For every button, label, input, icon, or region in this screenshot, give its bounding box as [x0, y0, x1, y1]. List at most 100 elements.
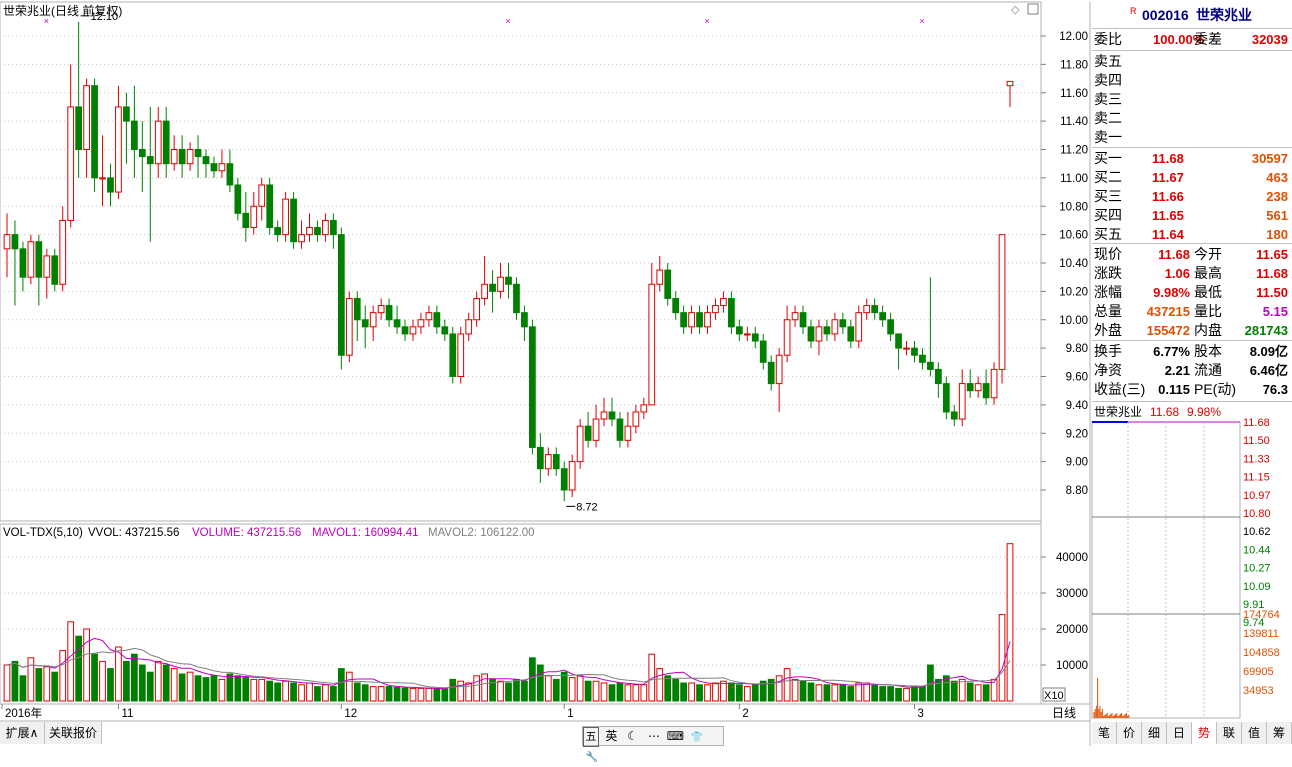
- minichart-price: 11.68: [1150, 405, 1179, 419]
- volume-bar: [592, 680, 600, 702]
- event-marker-icon[interactable]: ×: [919, 16, 924, 26]
- right-tab-3[interactable]: 日: [1167, 722, 1192, 744]
- candle-body: [552, 454, 560, 470]
- ime-wubi-icon[interactable]: 五: [583, 727, 599, 747]
- tab-related-quotes[interactable]: 关联报价: [45, 722, 102, 744]
- candle-body: [640, 404, 648, 413]
- sell-label: 卖二: [1094, 110, 1122, 126]
- right-tab-0[interactable]: 笔: [1092, 722, 1117, 744]
- sell-level-3[interactable]: 卖三: [1092, 90, 1292, 109]
- sell-level-4[interactable]: 卖四: [1092, 71, 1292, 90]
- volume-bar: [616, 682, 624, 702]
- volume-bar: [19, 675, 27, 702]
- diamond-icon[interactable]: ◇: [1011, 4, 1020, 16]
- buy-level-3[interactable]: 买三 11.66 238: [1092, 187, 1292, 206]
- vol-label: VOL-TDX(5,10): [3, 527, 83, 539]
- volume-bar: [234, 675, 242, 702]
- volume-bar: [919, 686, 926, 702]
- right-tab-1[interactable]: 价: [1117, 722, 1142, 744]
- volume-bar: [226, 673, 234, 702]
- event-marker-icon[interactable]: ×: [705, 16, 710, 26]
- event-marker-icon[interactable]: ×: [506, 16, 511, 26]
- candle-body: [871, 305, 879, 314]
- price-tick-label: 9.60: [1066, 372, 1088, 384]
- vvol-value: VVOL: 437215.56: [88, 527, 179, 539]
- candle-body: [592, 418, 600, 441]
- candle-body: [401, 326, 409, 335]
- weicha-label: 委差: [1194, 31, 1222, 47]
- candle-body: [481, 283, 488, 299]
- volume-bar: [242, 677, 250, 702]
- volume-bar: [138, 664, 146, 702]
- ime-tool-icon[interactable]: 🔧: [583, 749, 601, 767]
- candle-body: [998, 234, 1006, 370]
- candle-body: [43, 255, 51, 278]
- sell-label: 卖五: [1094, 53, 1122, 69]
- candle-body: [35, 241, 43, 278]
- right-tab-6[interactable]: 值: [1242, 722, 1267, 744]
- candle-body: [489, 283, 496, 292]
- ime-skin-icon[interactable]: 👕: [688, 729, 706, 747]
- period-label[interactable]: 日线: [1052, 706, 1076, 720]
- volume-bar: [417, 687, 425, 702]
- volume-bar: [306, 682, 313, 702]
- right-tab-5[interactable]: 联: [1217, 722, 1242, 744]
- volume-bar: [11, 660, 19, 702]
- buy-volume: 180: [1266, 227, 1288, 242]
- volume-bar: [823, 684, 831, 702]
- sell-level-5[interactable]: 卖五: [1092, 52, 1292, 71]
- ime-punct-icon[interactable]: ⋯: [645, 727, 663, 745]
- volume-bar: [250, 678, 258, 702]
- volume-bar: [887, 686, 894, 702]
- r-mark: R: [1130, 6, 1137, 16]
- sell-level-1[interactable]: 卖一: [1092, 128, 1292, 147]
- volume-bar: [385, 686, 393, 702]
- volume-bar: [799, 680, 807, 702]
- candle-body: [568, 461, 576, 491]
- volume-bar: [146, 671, 154, 702]
- volume-bar: [377, 686, 385, 702]
- ime-toolbar[interactable]: 五 英 ☾ ⋯ ⌨ 👕 🔧: [582, 726, 724, 763]
- tab-expand[interactable]: 扩展∧: [0, 722, 45, 744]
- buy-level-1[interactable]: 买一 11.68 30597: [1092, 149, 1292, 168]
- quote-value: 6.77%: [1153, 344, 1190, 359]
- intraday-minichart[interactable]: [1091, 421, 1241, 719]
- sell-level-2[interactable]: 卖二: [1092, 109, 1292, 128]
- right-tab-7[interactable]: 筹: [1267, 722, 1292, 744]
- weibi-row: 委比 100.00% 委差 32039: [1092, 30, 1292, 49]
- buy-level-2[interactable]: 买二 11.67 463: [1092, 168, 1292, 187]
- candle-body: [879, 312, 887, 321]
- candle-body: [91, 85, 98, 179]
- buy-label: 买三: [1094, 188, 1122, 204]
- volume-header: VOL-TDX(5,10) VVOL: 437215.56 VOLUME: 43…: [3, 527, 535, 539]
- low-annotation: 8.72: [576, 501, 597, 513]
- ime-moon-icon[interactable]: ☾: [624, 727, 642, 745]
- time-tick-label: 3: [917, 708, 923, 720]
- volume-bar: [664, 675, 672, 702]
- minichart-volume-tick: 174764: [1243, 609, 1280, 621]
- quote-row: 现价 11.68 今开 11.65: [1092, 245, 1292, 264]
- buy-level-5[interactable]: 买五 11.64 180: [1092, 225, 1292, 244]
- volume-bar: [298, 684, 305, 702]
- ime-english-icon[interactable]: 英: [602, 727, 620, 745]
- right-tab-4[interactable]: 势: [1192, 722, 1217, 744]
- candle-body: [449, 333, 457, 377]
- volume-bar: [911, 686, 918, 702]
- price-tick-label: 11.40: [1060, 116, 1088, 128]
- volume-bar: [345, 671, 353, 702]
- ime-keyboard-icon[interactable]: ⌨: [666, 727, 684, 745]
- price-tick-label: 10.40: [1059, 258, 1088, 270]
- buy-volume: 561: [1266, 208, 1288, 223]
- candle-body: [688, 312, 695, 328]
- buy-price: 11.65: [1152, 208, 1184, 223]
- quote-label: 最高: [1194, 265, 1222, 281]
- candle-body: [887, 319, 894, 335]
- right-tab-2[interactable]: 细: [1142, 722, 1167, 744]
- buy-level-4[interactable]: 买四 11.65 561: [1092, 206, 1292, 225]
- volume-bar: [1006, 543, 1014, 702]
- quote-row: 收益(三) 0.115 PE(动) 76.3: [1092, 380, 1292, 399]
- candle-body: [505, 276, 512, 285]
- time-tick-label: 11: [121, 708, 133, 720]
- volume-bar: [505, 682, 512, 702]
- candle-body: [385, 305, 393, 321]
